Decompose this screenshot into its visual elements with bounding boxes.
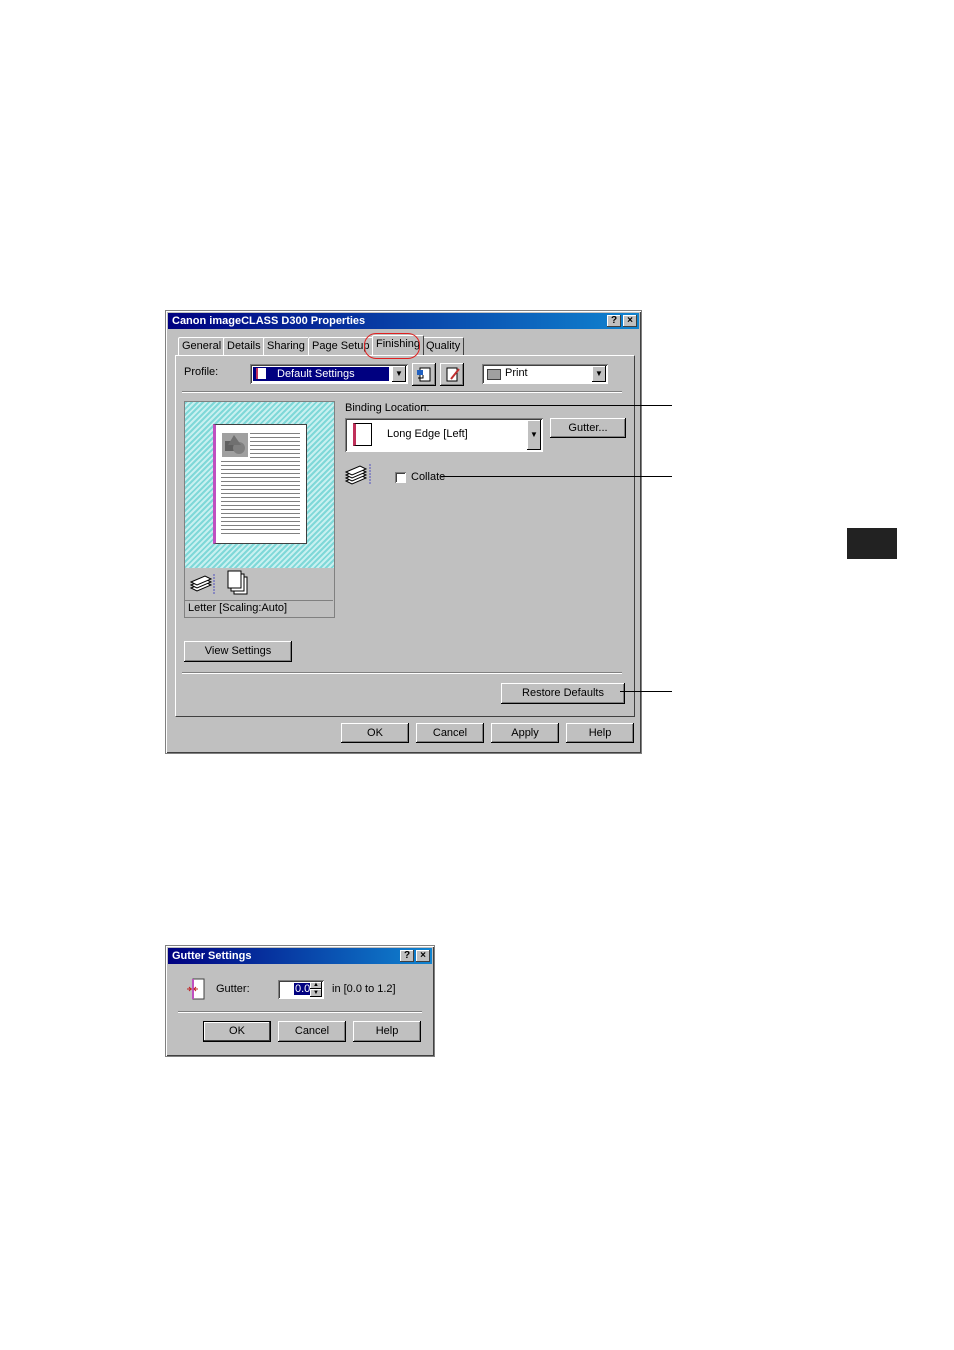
profile-dropdown[interactable]: Default Settings ▼: [250, 364, 408, 384]
bottom-separator: [182, 672, 622, 674]
properties-dialog: Canon imageCLASS D300 Properties ? × Gen…: [165, 310, 642, 754]
tab-general[interactable]: General: [178, 337, 226, 355]
tab-quality[interactable]: Quality: [422, 337, 465, 355]
collate-label[interactable]: Collate: [411, 471, 445, 483]
cancel-button[interactable]: Cancel: [416, 723, 484, 743]
tab-sharing[interactable]: Sharing: [263, 337, 309, 355]
gutter-cancel-button[interactable]: Cancel: [278, 1021, 346, 1042]
gutter-title-bar[interactable]: Gutter Settings: [168, 948, 432, 964]
callout-binding-location: [422, 405, 672, 406]
chapter-side-tab: [847, 528, 897, 559]
printer-icon: [487, 369, 501, 380]
properties-help-button[interactable]: ?: [607, 315, 621, 327]
finishing-tab-page: Profile: Default Settings ▼ Print ▼ Lett…: [175, 355, 635, 717]
add-profile-button[interactable]: [412, 363, 436, 386]
profile-dropdown-arrow[interactable]: ▼: [392, 366, 406, 382]
preview-panel: Letter [Scaling:Auto]: [184, 401, 335, 618]
profile-label: Profile:: [184, 366, 219, 378]
properties-close-button[interactable]: ×: [623, 315, 637, 327]
gutter-spinner-up[interactable]: ▲: [310, 982, 322, 989]
preview-area: [185, 402, 334, 568]
profile-separator: [182, 391, 622, 393]
apply-label: Apply: [511, 727, 539, 739]
binding-location-dropdown[interactable]: Long Edge [Left] ▼: [345, 418, 543, 452]
pages-icon: [227, 570, 249, 596]
gutter-button[interactable]: Gutter...: [550, 418, 626, 438]
help-label: Help: [588, 727, 612, 739]
preview-text-lines-lower: [221, 461, 300, 537]
edit-profile-button[interactable]: [440, 363, 464, 386]
callout-collate: [441, 476, 672, 477]
output-method-value: Print: [505, 367, 528, 379]
binding-location-label: Binding Location:: [345, 402, 430, 414]
help-button[interactable]: Help: [566, 723, 634, 743]
profile-doc-icon: [256, 368, 266, 379]
gutter-spinner-down[interactable]: ▼: [310, 989, 322, 997]
binding-doc-icon: [353, 423, 372, 446]
properties-title-bar[interactable]: Canon imageCLASS D300 Properties: [168, 313, 639, 329]
callout-restore-defaults: [620, 691, 672, 692]
preview-page: [213, 424, 307, 544]
gutter-close-button[interactable]: ×: [416, 950, 430, 962]
profile-selected: Default Settings: [253, 367, 389, 381]
gutter-help-label: Help: [375, 1025, 399, 1037]
tab-details[interactable]: Details: [223, 337, 265, 355]
gutter-cancel-label: Cancel: [294, 1025, 330, 1037]
gutter-range-text: in [0.0 to 1.2]: [332, 983, 396, 995]
gutter-help-button[interactable]: ?: [400, 950, 414, 962]
gutter-dialog: Gutter Settings ? × Gutter: 0.0 ▲ ▼ in […: [165, 945, 435, 1057]
view-settings-label: View Settings: [204, 645, 272, 657]
gutter-ok-button[interactable]: OK: [203, 1021, 271, 1042]
collate-icon: [344, 462, 372, 488]
gutter-input[interactable]: 0.0 ▲ ▼: [278, 980, 324, 999]
properties-title: Canon imageCLASS D300 Properties: [172, 315, 366, 327]
binding-location-value: Long Edge [Left]: [387, 428, 468, 440]
gutter-ok-label: OK: [229, 1025, 245, 1037]
gutter-value: 0.0: [294, 983, 312, 995]
output-method-dropdown[interactable]: Print ▼: [482, 364, 608, 384]
gutter-separator: [178, 1011, 422, 1013]
gutter-title: Gutter Settings: [172, 950, 252, 962]
edit-profile-icon: [446, 367, 460, 382]
gutter-margin-icon: [186, 978, 206, 1000]
preview-caption: Letter [Scaling:Auto]: [185, 600, 333, 616]
stack-icon: [189, 572, 215, 594]
gutter-button-label: Gutter...: [568, 422, 608, 434]
preview-image-icon: [222, 433, 248, 457]
gutter-help-bottom-button[interactable]: Help: [353, 1021, 421, 1042]
finishing-highlight-circle: [364, 333, 420, 359]
profile-value: Default Settings: [277, 368, 355, 380]
binding-dropdown-arrow[interactable]: ▼: [527, 420, 541, 450]
apply-button[interactable]: Apply: [491, 723, 559, 743]
restore-defaults-button[interactable]: Restore Defaults: [501, 683, 625, 704]
ok-label: OK: [367, 727, 383, 739]
ok-button[interactable]: OK: [341, 723, 409, 743]
view-settings-button[interactable]: View Settings: [184, 641, 292, 662]
cancel-label: Cancel: [432, 727, 468, 739]
restore-defaults-label: Restore Defaults: [522, 687, 604, 699]
collate-checkbox[interactable]: [395, 472, 406, 483]
output-method-dropdown-arrow[interactable]: ▼: [592, 366, 606, 382]
gutter-label: Gutter:: [216, 983, 250, 995]
add-profile-icon: [417, 367, 431, 382]
